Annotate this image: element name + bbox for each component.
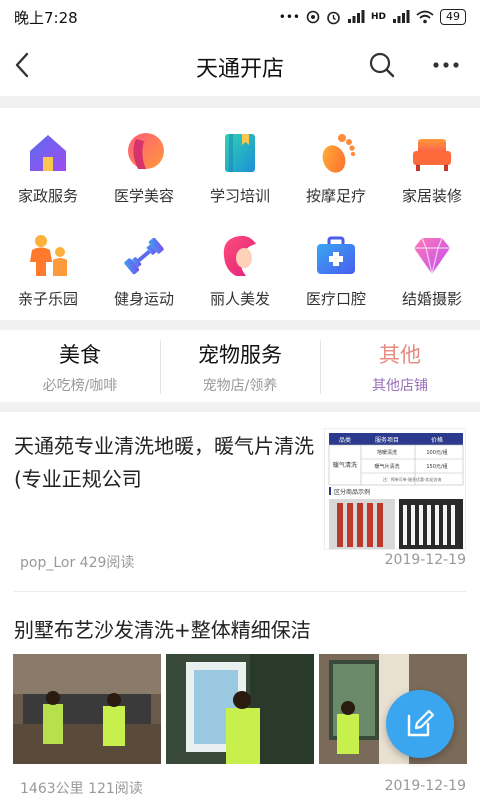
thumb-price: 150元/组 (426, 463, 447, 470)
article-date: 2019-12-19 (384, 778, 466, 794)
section-divider (0, 402, 480, 412)
service-item-parent-child[interactable]: 亲子乐园 (0, 215, 96, 318)
service-item-training[interactable]: 学习培训 (192, 112, 288, 215)
article-item[interactable]: 天通苑专业清洗地暖，暖气片清洗(专业正规公司 品类 服务项目 价格 暖气清洗 地… (0, 414, 480, 590)
service-label: 医学美容 (113, 187, 174, 205)
cleaning-photo-kitchen (13, 654, 161, 764)
foot-icon (322, 134, 356, 173)
article-author-reads: pop_Lor 429阅读 (20, 555, 135, 571)
status-bar: 晚上7:28 ••• HD 49 (0, 0, 480, 34)
hair-icon (223, 235, 256, 276)
wifi-icon (416, 10, 434, 24)
service-label: 医疗口腔 (305, 290, 366, 308)
service-label: 学习培训 (209, 187, 270, 205)
category-subtitle: 必吃榜/咖啡 (42, 378, 118, 394)
diamond-icon (414, 237, 450, 275)
battery-level: 49 (440, 9, 466, 25)
compose-button[interactable] (386, 690, 454, 758)
page-title: 天通开店 (195, 57, 284, 82)
category-title: 宠物服务 (198, 343, 282, 367)
face-profile-icon (128, 133, 164, 169)
more-dots-icon: ••• (278, 10, 300, 24)
article-photo (13, 654, 161, 764)
section-divider (0, 96, 480, 108)
service-item-medical-beauty[interactable]: 医学美容 (96, 112, 192, 215)
service-label: 健身运动 (113, 290, 174, 308)
service-label: 亲子乐园 (17, 290, 78, 308)
signal-icon-2 (393, 10, 410, 23)
section-divider (0, 320, 480, 330)
category-subtitle: 其他店铺 (372, 378, 428, 394)
article-thumbnail: 品类 服务项目 价格 暖气清洗 地暖清洗 100元/组 暖气片清洗 150元/组… (324, 428, 466, 550)
more-icon[interactable] (428, 49, 464, 81)
thumb-header: 价格 (431, 436, 443, 444)
service-label: 丽人美发 (209, 290, 270, 308)
thumb-item: 地暖清洗 (377, 449, 397, 456)
thumb-header: 服务项目 (375, 436, 399, 444)
service-label: 按摩足疗 (305, 187, 366, 205)
service-item-dental[interactable]: 医疗口腔 (288, 215, 384, 318)
service-label: 家政服务 (17, 187, 78, 205)
category-subtitle: 宠物店/领养 (202, 378, 278, 394)
service-item-hair[interactable]: 丽人美发 (192, 215, 288, 318)
category-tabs: 美食 必吃榜/咖啡 宠物服务 宠物店/领养 其他 其他店铺 (0, 332, 480, 402)
edit-icon (407, 709, 435, 737)
service-item-decoration[interactable]: 家居装修 (384, 112, 480, 215)
sofa-icon (413, 139, 451, 171)
category-title: 美食 (59, 343, 101, 367)
alarm-icon (327, 11, 340, 24)
cleaning-photo-window (166, 654, 314, 764)
service-item-housekeeping[interactable]: 家政服务 (0, 112, 96, 215)
service-label: 家居装修 (401, 187, 462, 205)
medical-kit-icon (317, 236, 355, 274)
house-icon (30, 135, 66, 171)
thumb-header: 品类 (339, 436, 351, 444)
service-grid: 家政服务 医学美容 学习培训 按摩足疗 家居装修 亲子乐园 健身运动 丽人美发 … (0, 112, 480, 318)
status-time: 晚上7:28 (14, 8, 78, 27)
thumb-price: 100元/组 (426, 449, 447, 456)
location-icon (306, 10, 320, 24)
nav-bar: 天通开店 (0, 34, 480, 96)
service-item-fitness[interactable]: 健身运动 (96, 215, 192, 318)
service-item-wedding[interactable]: 结婚摄影 (384, 215, 480, 318)
price-table-image: 品类 服务项目 价格 暖气清洗 地暖清洗 100元/组 暖气片清洗 150元/组… (328, 433, 464, 549)
category-pet-service[interactable]: 宠物服务 宠物店/领养 (160, 332, 320, 402)
article-date: 2019-12-19 (384, 552, 466, 568)
thumb-caption: 区分商品示例 (334, 488, 370, 496)
article-author-reads: 1463公里 121阅读 (20, 781, 143, 797)
article-photo (166, 654, 314, 764)
parent-child-icon (30, 235, 67, 276)
category-title: 其他 (379, 343, 421, 367)
thumb-item: 暖气片清洗 (374, 463, 399, 470)
article-title: 别墅布艺沙发清洗+整体精细保洁 (14, 618, 311, 642)
service-label: 结婚摄影 (401, 290, 462, 308)
search-icon[interactable] (366, 49, 398, 81)
category-other[interactable]: 其他 其他店铺 (320, 332, 480, 402)
signal-icon (347, 10, 365, 23)
thumb-row-label: 暖气清洗 (333, 461, 357, 469)
thumb-note: 注：预单可单·服多优惠·欢迎咨询 (383, 476, 442, 482)
service-item-massage[interactable]: 按摩足疗 (288, 112, 384, 215)
dumbbell-icon (124, 237, 164, 275)
article-title: 天通苑专业清洗地暖，暖气片清洗(专业正规公司 (14, 434, 314, 491)
book-icon (225, 134, 255, 172)
category-food[interactable]: 美食 必吃榜/咖啡 (0, 332, 160, 402)
status-icons: ••• HD 49 (279, 9, 466, 25)
network-type: HD (370, 12, 386, 22)
